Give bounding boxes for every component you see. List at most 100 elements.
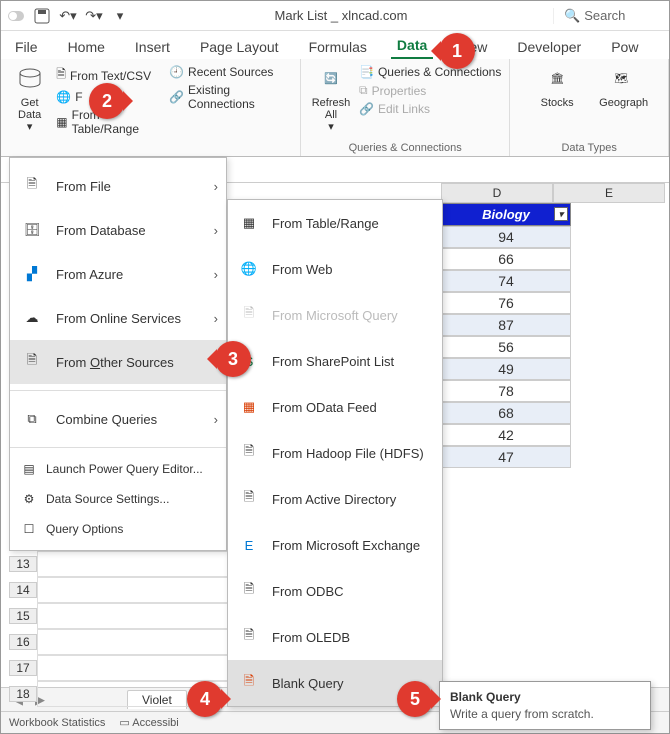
queries-connections-button[interactable]: 📑Queries & Connections [359, 63, 501, 81]
group-label [9, 140, 292, 154]
odbc-icon: 🗎 [238, 580, 260, 602]
cell-a14[interactable] [37, 577, 229, 603]
chevron-right-icon: › [214, 267, 218, 282]
group-queries-connections: 🔄 Refresh All▾ 📑Queries & Connections ⧉P… [301, 59, 510, 156]
submenu-from-msquery: 🗎From Microsoft Query [228, 292, 442, 338]
undo-icon[interactable]: ↶▾ [59, 7, 77, 25]
cell-d12[interactable]: 47 [441, 446, 571, 468]
tell-me-search[interactable]: 🔍 Search [553, 8, 663, 24]
row-header-14[interactable]: 14 [9, 582, 37, 598]
cell-d5[interactable]: 76 [441, 292, 571, 314]
submenu-from-ad[interactable]: 🗎From Active Directory [228, 476, 442, 522]
search-icon: 🔍 [564, 8, 580, 24]
cell-a17[interactable] [37, 655, 229, 681]
submenu-from-exchange[interactable]: EFrom Microsoft Exchange [228, 522, 442, 568]
menu-from-other-sources[interactable]: 🗎From Other Sources› [10, 340, 226, 384]
tooltip-title: Blank Query [450, 690, 640, 704]
odata-icon: ▦ [238, 396, 260, 418]
quick-access-toolbar: ↶▾ ↷▾ ▾ [7, 7, 129, 25]
recent-icon: 🕘 [169, 65, 184, 79]
tab-power[interactable]: Pow [605, 35, 644, 59]
cell-d8[interactable]: 49 [441, 358, 571, 380]
menu-launch-pq-editor[interactable]: ▤Launch Power Query Editor... [10, 454, 226, 484]
cell-d3[interactable]: 66 [441, 248, 571, 270]
cell-d6[interactable]: 87 [441, 314, 571, 336]
accessibility-status[interactable]: ▭ Accessibi [119, 716, 178, 729]
hadoop-icon: 🗎 [238, 442, 260, 464]
recent-sources-button[interactable]: 🕘Recent Sources [169, 63, 292, 81]
cell-d9[interactable]: 78 [441, 380, 571, 402]
tab-home[interactable]: Home [62, 35, 111, 59]
oledb-icon: 🗎 [238, 626, 260, 648]
group-data-types: 🏛 Stocks 🗺 Geograph Data Types [510, 59, 669, 156]
menu-from-azure[interactable]: ▞From Azure› [10, 252, 226, 296]
globe-icon: 🌐 [238, 258, 260, 280]
options-icon: ☐ [20, 520, 38, 538]
edit-links-button: 🔗Edit Links [359, 100, 501, 118]
cell-d10[interactable]: 68 [441, 402, 571, 424]
row-header-16[interactable]: 16 [9, 634, 37, 650]
tab-developer[interactable]: Developer [511, 35, 587, 59]
geography-button[interactable]: 🗺 Geograph [599, 63, 643, 109]
msquery-icon: 🗎 [238, 304, 260, 326]
cell-a16[interactable] [37, 629, 229, 655]
cell-d7[interactable]: 56 [441, 336, 571, 358]
callout-1: 1 [439, 33, 475, 69]
submenu-from-sharepoint[interactable]: SFrom SharePoint List [228, 338, 442, 384]
row-header-15[interactable]: 15 [9, 608, 37, 624]
exchange-icon: E [238, 534, 260, 556]
file-icon: 🗎 [56, 65, 66, 86]
tab-formulas[interactable]: Formulas [303, 35, 373, 59]
qat-more-icon[interactable]: ▾ [111, 7, 129, 25]
row-header-17[interactable]: 17 [9, 660, 37, 676]
submenu-from-oledb[interactable]: 🗎From OLEDB [228, 614, 442, 660]
column-header-d[interactable]: D [441, 183, 553, 203]
autosave-toggle[interactable] [7, 7, 25, 25]
menu-from-file[interactable]: 🗎From File› [10, 164, 226, 208]
menu-from-online-services[interactable]: ☁From Online Services› [10, 296, 226, 340]
filter-dropdown-icon[interactable]: ▾ [554, 207, 568, 221]
group-get-transform: Get Data ▾ 🗎From Text/CSV 🌐F ▦From Table… [1, 59, 301, 156]
cell-d4[interactable]: 74 [441, 270, 571, 292]
stocks-button[interactable]: 🏛 Stocks [535, 63, 579, 109]
submenu-from-odata[interactable]: ▦From OData Feed [228, 384, 442, 430]
existing-connections-button[interactable]: 🔗Existing Connections [169, 81, 292, 113]
table-icon: ▦ [238, 212, 260, 234]
tab-page-layout[interactable]: Page Layout [194, 35, 285, 59]
submenu-from-hdfs[interactable]: 🗎From Hadoop File (HDFS) [228, 430, 442, 476]
get-data-button[interactable]: Get Data ▾ [9, 63, 50, 138]
menu-combine-queries[interactable]: ⧉Combine Queries› [10, 397, 226, 441]
refresh-all-button[interactable]: 🔄 Refresh All▾ [309, 63, 353, 133]
workbook-statistics[interactable]: Workbook Statistics [9, 717, 105, 729]
tab-file[interactable]: File [9, 35, 44, 59]
queries-icon: 📑 [359, 65, 374, 79]
file-icon: 🗎 [20, 174, 44, 198]
menu-from-database[interactable]: 🗄From Database› [10, 208, 226, 252]
cell-d11[interactable]: 42 [441, 424, 571, 446]
cloud-icon: ☁ [20, 306, 44, 330]
cell-a13[interactable] [37, 551, 229, 577]
table-header-biology[interactable]: Biology▾ [441, 203, 571, 226]
menu-data-source-settings[interactable]: ⚙Data Source Settings... [10, 484, 226, 514]
callout-5: 5 [397, 681, 433, 717]
redo-icon[interactable]: ↷▾ [85, 7, 103, 25]
cell-a15[interactable] [37, 603, 229, 629]
submenu-from-web[interactable]: 🌐From Web [228, 246, 442, 292]
row-header-18[interactable]: 18 [9, 686, 37, 702]
worksheet-grid: D E Biology▾ 9466747687564978684247 [441, 183, 669, 468]
chevron-right-icon: › [214, 179, 218, 194]
submenu-from-odbc[interactable]: 🗎From ODBC [228, 568, 442, 614]
row-header-13[interactable]: 13 [9, 556, 37, 572]
save-icon[interactable] [33, 7, 51, 25]
menu-query-options[interactable]: ☐Query Options [10, 514, 226, 544]
cell-d2[interactable]: 94 [441, 226, 571, 248]
chevron-right-icon: › [214, 311, 218, 326]
tab-insert[interactable]: Insert [129, 35, 176, 59]
submenu-from-tablerange[interactable]: ▦From Table/Range [228, 200, 442, 246]
search-label: Search [584, 8, 625, 23]
get-data-icon [14, 63, 46, 95]
column-header-e[interactable]: E [553, 183, 665, 203]
callout-2: 2 [89, 83, 125, 119]
properties-button: ⧉Properties [359, 81, 501, 100]
blank-query-icon: 🗎 [238, 672, 260, 694]
